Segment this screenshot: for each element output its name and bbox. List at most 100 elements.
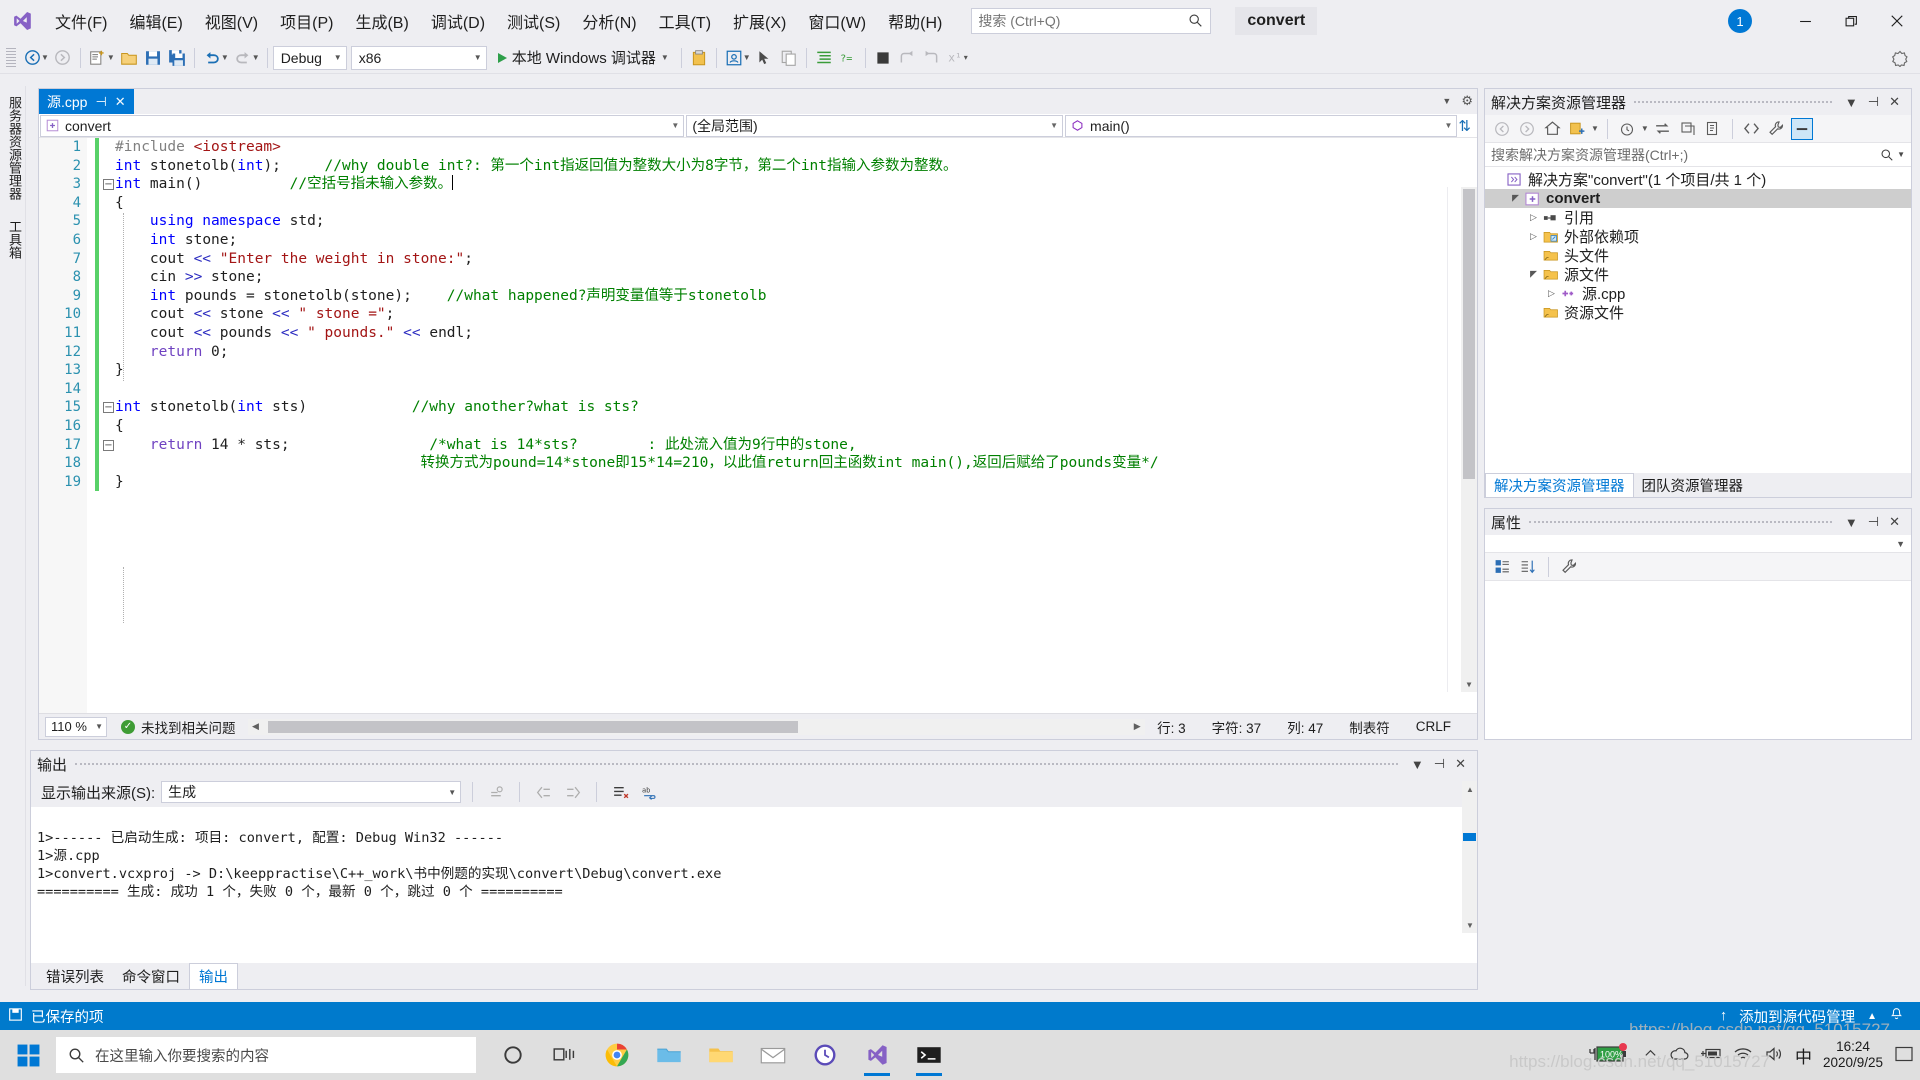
tree-collapsed-icon[interactable]: ▷: [1525, 212, 1542, 223]
chevron-down-icon[interactable]: ▼: [661, 53, 669, 62]
editor-vertical-scrollbar[interactable]: ▲ ▼: [1461, 187, 1477, 692]
tree-node[interactable]: 资源文件: [1485, 303, 1911, 322]
tab-list-dropdown-icon[interactable]: ▼: [1442, 96, 1451, 106]
close-button[interactable]: [1874, 0, 1920, 42]
navbar-split-icon[interactable]: ⇅: [1458, 117, 1471, 135]
cortana-icon[interactable]: [490, 1032, 536, 1078]
code-line[interactable]: 4{: [39, 193, 1477, 213]
horizontal-scroll-thumb[interactable]: [267, 720, 798, 733]
battery-icon[interactable]: 100%: [1586, 1042, 1632, 1068]
alphabetical-view-icon[interactable]: [1517, 556, 1539, 578]
pane-dropdown-icon[interactable]: ▼: [1406, 757, 1429, 772]
go-to-message-icon[interactable]: [484, 780, 508, 804]
output-vertical-scrollbar[interactable]: ▲ ▼: [1462, 781, 1477, 933]
code-line[interactable]: 7 cout << "Enter the weight in stone:";: [39, 249, 1477, 269]
pane-drag-dots[interactable]: [1634, 101, 1832, 103]
code-line[interactable]: 16 {: [39, 416, 1477, 436]
chrome-icon[interactable]: [594, 1032, 640, 1078]
editor-horizontal-scrollbar[interactable]: ◀ ▶: [247, 718, 1146, 735]
tree-node[interactable]: ▷ 外部依赖项: [1485, 227, 1911, 246]
step-out-icon[interactable]: [895, 46, 919, 70]
code-line[interactable]: 17 − return 14 * sts; /*what is 14*sts? :…: [39, 435, 1477, 455]
tree-node[interactable]: 解决方案"convert"(1 个项目/共 1 个): [1485, 170, 1911, 189]
clear-all-icon[interactable]: [608, 780, 632, 804]
ime-indicator[interactable]: 中: [1795, 1043, 1812, 1068]
menu-debug[interactable]: 调试(D): [420, 5, 496, 37]
pointer-select-icon[interactable]: [753, 46, 777, 70]
close-icon[interactable]: ✕: [1450, 756, 1471, 772]
code-lines-container[interactable]: 1 #include <iostream> 2 int stonetolb(int);…: [39, 138, 1477, 492]
code-line[interactable]: 5 using namespace std;: [39, 212, 1477, 231]
refresh-icon[interactable]: [1677, 118, 1699, 140]
tree-node[interactable]: ◢ 源文件: [1485, 265, 1911, 284]
undo-dropdown-icon[interactable]: ▼: [221, 53, 229, 62]
add-to-source-control[interactable]: 添加到源代码管理: [1739, 1006, 1855, 1027]
visual-studio-taskbar-icon[interactable]: [854, 1032, 900, 1078]
code-line[interactable]: 1 #include <iostream>: [39, 138, 1477, 157]
show-all-files-icon[interactable]: [1702, 118, 1724, 140]
pane-drag-dots[interactable]: [1529, 521, 1832, 523]
toolbar-options-icon[interactable]: [1888, 46, 1912, 70]
tab-command-window[interactable]: 命令窗口: [113, 963, 189, 989]
menu-project[interactable]: 项目(P): [269, 5, 344, 37]
rail-server-explorer[interactable]: 服务器资源管理器: [0, 86, 29, 210]
menu-bar[interactable]: 文件(F) 编辑(E) 视图(V) 项目(P) 生成(B) 调试(D) 测试(S…: [44, 0, 953, 42]
code-line[interactable]: 6 int stone;: [39, 230, 1477, 250]
code-line[interactable]: 2 int stonetolb(int); //why double int?: …: [39, 156, 1477, 176]
scroll-down-icon[interactable]: ▼: [1461, 676, 1477, 692]
pane-drag-dots[interactable]: [75, 763, 1398, 765]
menu-tools[interactable]: 工具(T): [648, 5, 722, 37]
taskbar-search[interactable]: 在这里输入你要搜索的内容: [56, 1037, 476, 1073]
format-document-icon[interactable]: [812, 46, 836, 70]
file-explorer-icon[interactable]: [698, 1032, 744, 1078]
clock-app-icon[interactable]: [802, 1032, 848, 1078]
code-line[interactable]: 3 − int main() //空括号指未输入参数。: [39, 175, 1477, 194]
show-hidden-icons-icon[interactable]: [1643, 1046, 1658, 1064]
sync-icon[interactable]: [1652, 118, 1674, 140]
tab-output[interactable]: 输出: [189, 963, 238, 989]
chevron-up-icon[interactable]: ▲: [1867, 1011, 1877, 1022]
navbar-scope-combo[interactable]: (全局范围) ▼: [686, 114, 1064, 137]
navigate-forward-icon[interactable]: [51, 46, 75, 70]
solution-tree[interactable]: 解决方案"convert"(1 个项目/共 1 个) ◢ convert ▷ 引用 ▷ 外部…: [1485, 167, 1911, 322]
tab-solution-explorer[interactable]: 解决方案资源管理器: [1485, 473, 1634, 497]
output-source-combo[interactable]: 生成 ▼: [161, 781, 462, 803]
tree-expanded-icon[interactable]: ◢: [1525, 269, 1542, 280]
toggle-word-wrap-icon[interactable]: ab: [638, 780, 662, 804]
code-line[interactable]: 11 cout << pounds << " pounds." << endl;: [39, 323, 1477, 343]
save-all-icon[interactable]: [165, 46, 189, 70]
back-dropdown-icon[interactable]: ▼: [41, 53, 49, 62]
menu-extensions[interactable]: 扩展(X): [722, 5, 797, 37]
open-file-icon[interactable]: [117, 46, 141, 70]
editor-settings-icon[interactable]: ⚙: [1461, 93, 1473, 109]
property-pages-icon[interactable]: [1558, 556, 1580, 578]
onedrive-icon[interactable]: [1669, 1046, 1689, 1064]
file-explorer-blue-icon[interactable]: [646, 1032, 692, 1078]
taskbar-clock[interactable]: 16:24 2020/9/25: [1823, 1039, 1883, 1071]
output-text[interactable]: 1>------ 已启动生成: 项目: convert, 配置: Debug W…: [31, 807, 1477, 957]
code-line[interactable]: 18 转换方式为pound=14*stone即15*14=210，以此值retu…: [39, 454, 1477, 473]
search-input[interactable]: [978, 13, 1205, 29]
menu-window[interactable]: 窗口(W): [797, 5, 877, 37]
tab-team-explorer[interactable]: 团队资源管理器: [1634, 473, 1752, 497]
navigate-back-icon[interactable]: [1491, 118, 1513, 140]
new-item-icon[interactable]: [1566, 118, 1588, 140]
zoom-level-select[interactable]: 110 % ▼: [45, 716, 107, 737]
tree-collapsed-icon[interactable]: ▷: [1525, 231, 1542, 242]
wifi-icon[interactable]: [1733, 1046, 1753, 1065]
tree-node[interactable]: 头文件: [1485, 246, 1911, 265]
previous-message-icon[interactable]: [531, 780, 555, 804]
pending-changes-icon[interactable]: [1616, 118, 1638, 140]
scroll-left-icon[interactable]: ◀: [248, 719, 264, 735]
tree-node[interactable]: ▷ 引用: [1485, 208, 1911, 227]
categorized-view-icon[interactable]: [1491, 556, 1513, 578]
menu-analyze[interactable]: 分析(N): [571, 5, 647, 37]
outlining-collapse-icon[interactable]: −: [103, 179, 114, 191]
code-editor-surface[interactable]: 1 #include <iostream> 2 int stonetolb(int);…: [39, 138, 1477, 718]
properties-object-selector[interactable]: ▼: [1485, 535, 1911, 553]
close-icon[interactable]: ✕: [1884, 514, 1905, 530]
menu-help[interactable]: 帮助(H): [877, 5, 953, 37]
outlining-collapse-icon[interactable]: −: [103, 402, 114, 414]
tree-collapsed-icon[interactable]: ▷: [1543, 288, 1560, 299]
vertical-scroll-thumb[interactable]: [1463, 189, 1475, 479]
